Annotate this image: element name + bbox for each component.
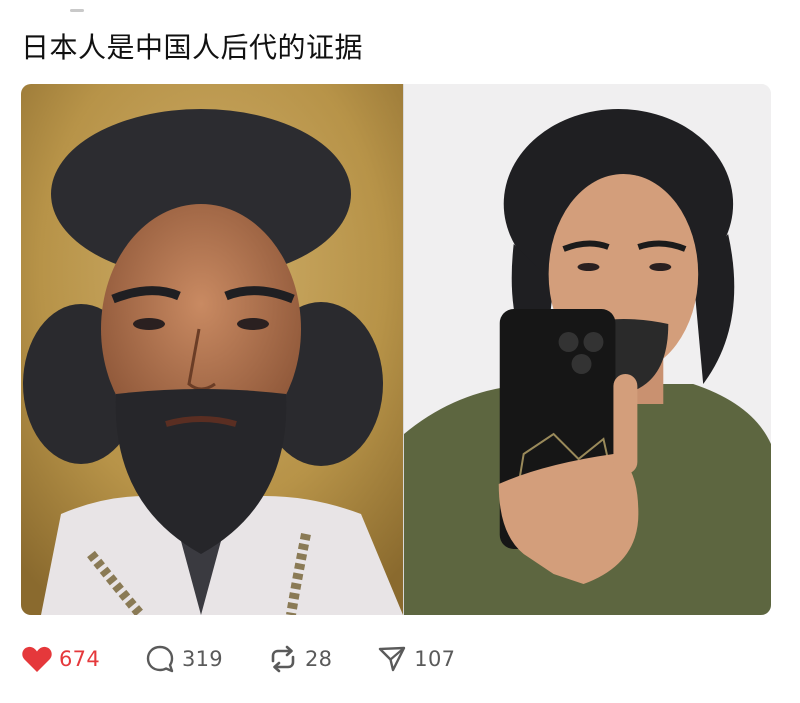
comment-count: 319 <box>181 647 223 671</box>
post-title: 日本人是中国人后代的证据 <box>21 31 364 64</box>
repost-count: 28 <box>304 647 333 671</box>
like-count: 674 <box>59 647 100 671</box>
share-button[interactable]: 107 <box>376 643 455 675</box>
scroll-indicator <box>70 9 84 12</box>
selfie-photo-image <box>403 84 771 615</box>
post-actions-bar: 674 319 28 107 <box>21 640 499 678</box>
comment-icon <box>144 643 176 675</box>
heart-icon <box>21 643 53 675</box>
post-image[interactable] <box>21 84 771 615</box>
like-button[interactable]: 674 <box>21 643 100 675</box>
portrait-painting-image <box>21 84 403 615</box>
send-icon <box>376 643 408 675</box>
repost-icon <box>267 643 299 675</box>
share-count: 107 <box>414 647 456 671</box>
comment-button[interactable]: 319 <box>144 643 223 675</box>
repost-button[interactable]: 28 <box>267 643 332 675</box>
